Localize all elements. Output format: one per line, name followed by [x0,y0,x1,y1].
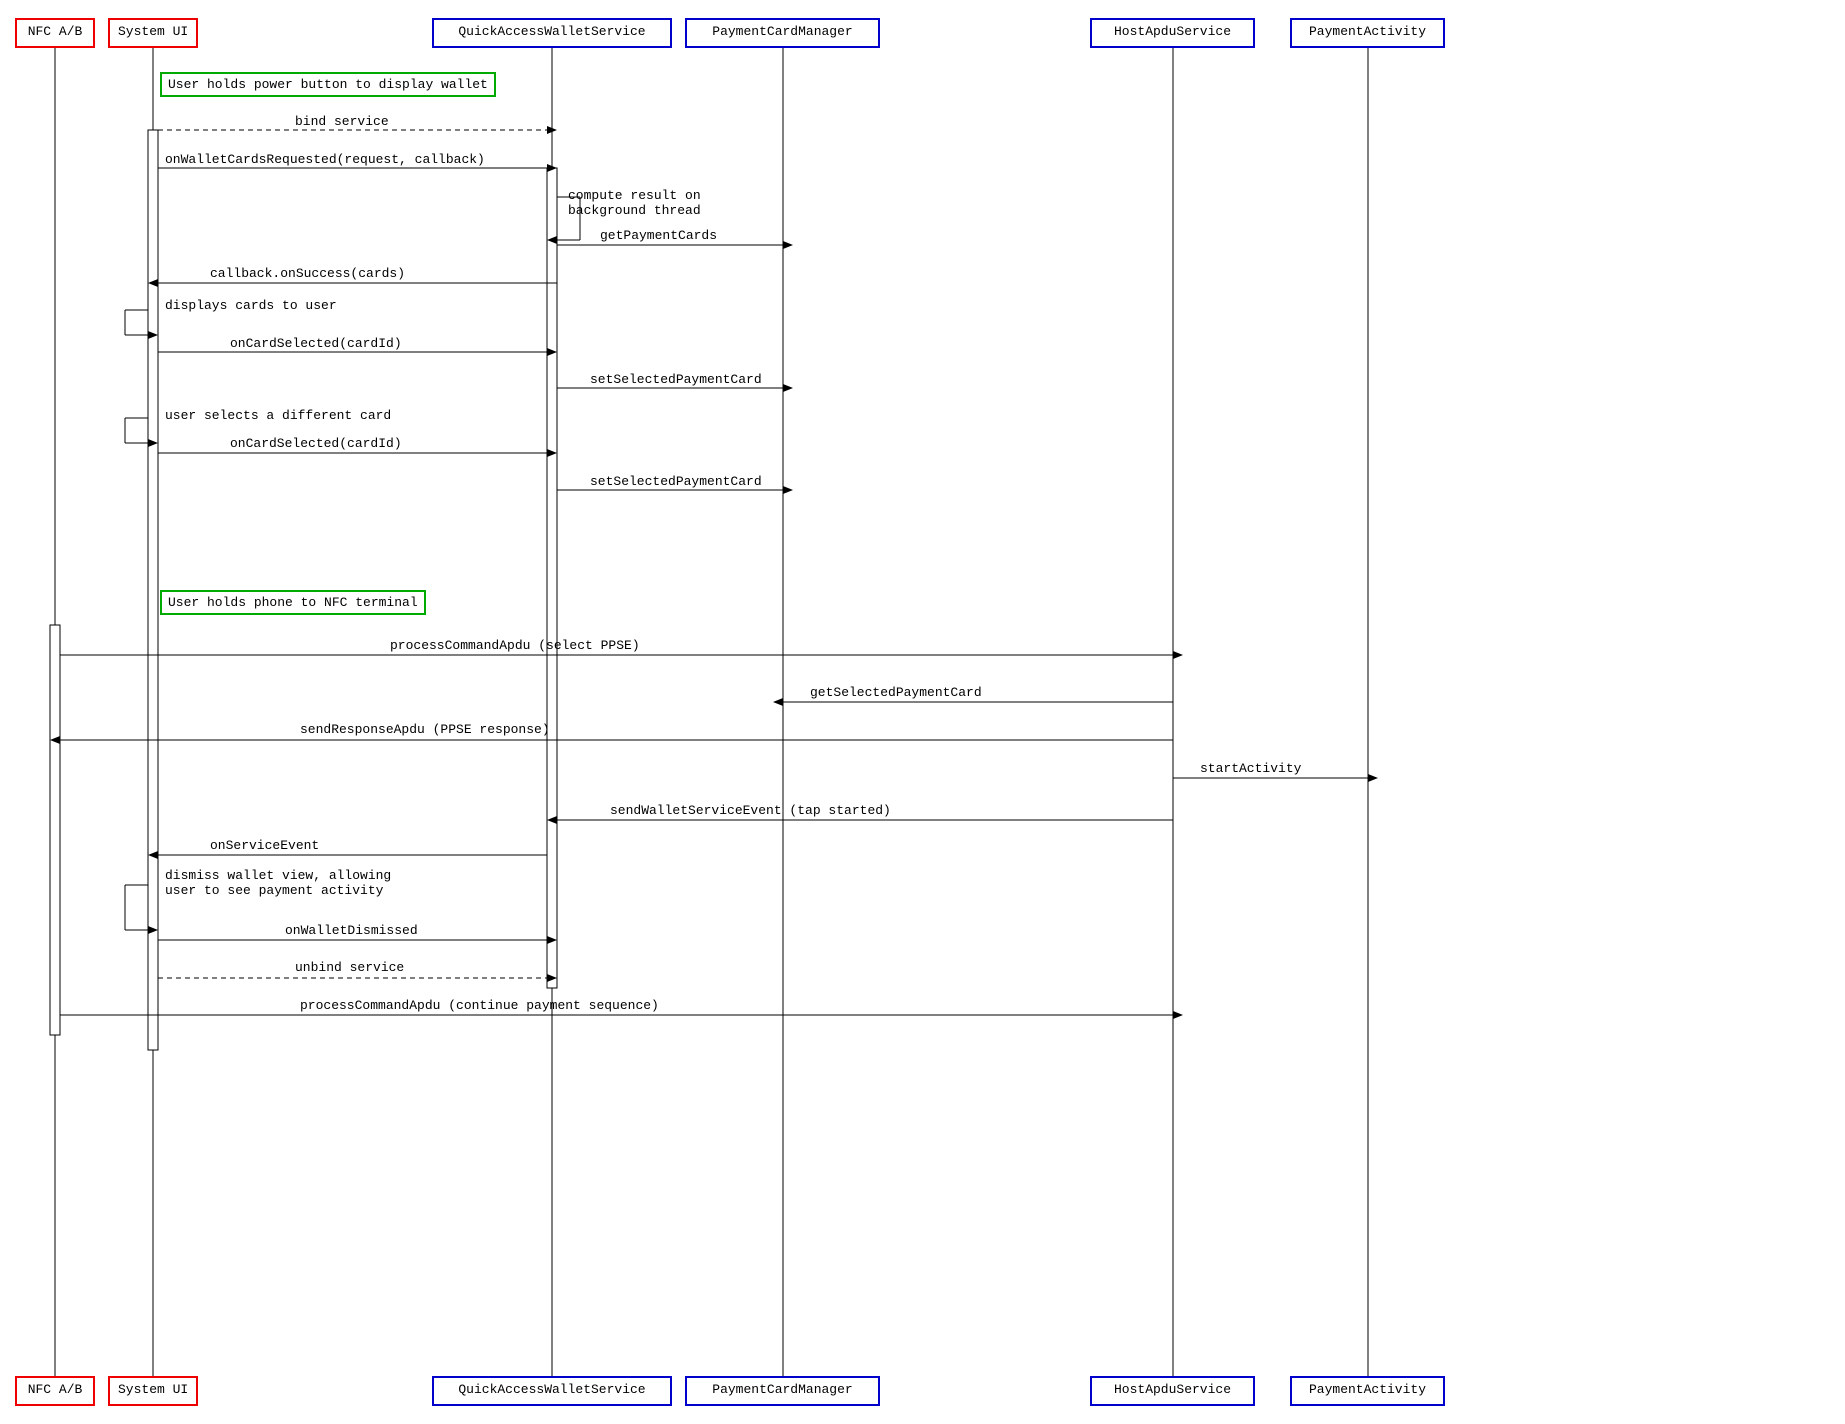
actor-qaws-bottom: QuickAccessWalletService [432,1376,672,1406]
actor-pa-top: PaymentActivity [1290,18,1445,48]
label-process-continue: processCommandApdu (continue payment seq… [300,998,659,1013]
actor-has-top: HostApduService [1090,18,1255,48]
label-displays-cards: displays cards to user [165,298,337,313]
actor-pcm-top: PaymentCardManager [685,18,880,48]
label-get-selected-payment-card: getSelectedPaymentCard [810,685,982,700]
actor-pcm-bottom: PaymentCardManager [685,1376,880,1406]
label-compute-result: compute result onbackground thread [568,188,701,218]
actor-sysui-bottom: System UI [108,1376,198,1406]
label-on-wallet-cards-requested: onWalletCardsRequested(request, callback… [165,152,485,167]
label-on-card-selected-2: onCardSelected(cardId) [230,436,402,451]
label-on-service-event: onServiceEvent [210,838,319,853]
label-dismiss-wallet-view: dismiss wallet view, allowinguser to see… [165,868,391,898]
actor-pa-bottom: PaymentActivity [1290,1376,1445,1406]
actor-qaws-top: QuickAccessWalletService [432,18,672,48]
label-unbind-service: unbind service [295,960,404,975]
label-set-selected-2: setSelectedPaymentCard [590,474,762,489]
label-on-card-selected-1: onCardSelected(cardId) [230,336,402,351]
label-bind-service: bind service [295,114,389,129]
actor-sysui-top: System UI [108,18,198,48]
note-nfc-terminal: User holds phone to NFC terminal [160,590,426,615]
actor-nfc-top: NFC A/B [15,18,95,48]
label-user-selects-different: user selects a different card [165,408,391,423]
label-get-payment-cards: getPaymentCards [600,228,717,243]
label-send-response-apdu: sendResponseApdu (PPSE response) [300,722,550,737]
sequence-diagram: NFC A/B System UI QuickAccessWalletServi… [0,0,1845,1424]
label-send-wallet-service-event: sendWalletServiceEvent (tap started) [610,803,891,818]
label-on-wallet-dismissed: onWalletDismissed [285,923,418,938]
note-power-button: User holds power button to display walle… [160,72,496,97]
label-process-command-apdu: processCommandApdu (select PPSE) [390,638,640,653]
diagram-svg [0,0,1845,1424]
label-set-selected-1: setSelectedPaymentCard [590,372,762,387]
actor-has-bottom: HostApduService [1090,1376,1255,1406]
label-start-activity: startActivity [1200,761,1301,776]
label-callback-on-success: callback.onSuccess(cards) [210,266,405,281]
actor-nfc-bottom: NFC A/B [15,1376,95,1406]
